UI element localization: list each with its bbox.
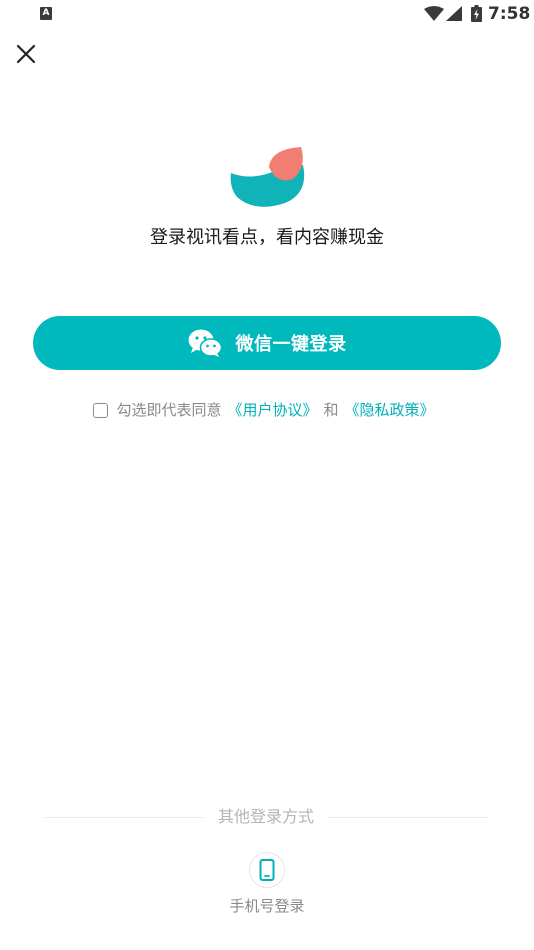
agreement-checkbox[interactable] [93,402,109,418]
agreement-and: 和 [323,401,339,419]
wifi-icon [424,6,444,21]
battery-icon [471,5,482,22]
phone-login-label: 手机号登录 [229,897,305,915]
app-logo [230,147,305,207]
divider-right [328,816,489,818]
phone-icon-circle[interactable] [249,852,285,888]
user-agreement-link[interactable]: 《用户协议》 [227,399,317,421]
privacy-policy-link[interactable]: 《隐私政策》 [345,399,435,421]
divider-left [44,816,204,818]
cell-signal-icon [446,6,462,21]
status-time: 7:58 [488,4,531,24]
phone-icon [259,859,275,881]
agreement-prefix: 勾选即代表同意 [116,401,222,419]
phone-login-button[interactable]: 手机号登录 [217,852,317,922]
wechat-login-button[interactable]: 微信一键登录 [33,316,501,370]
notification-app-letter: A [42,8,50,18]
status-bar: A 7:58 [0,0,534,28]
wechat-icon [188,329,222,357]
wechat-login-label: 微信一键登录 [235,334,347,355]
other-login-divider: 其他登录方式 [44,806,489,828]
notification-app-icon: A [40,7,52,20]
other-login-label: 其他登录方式 [218,807,315,826]
close-icon [16,44,36,64]
tagline: 登录视讯看点，看内容赚现金 [150,227,384,248]
close-button[interactable] [12,40,40,68]
agreement-row: 勾选即代表同意 《用户协议》 和 《隐私政策》 [0,399,534,421]
